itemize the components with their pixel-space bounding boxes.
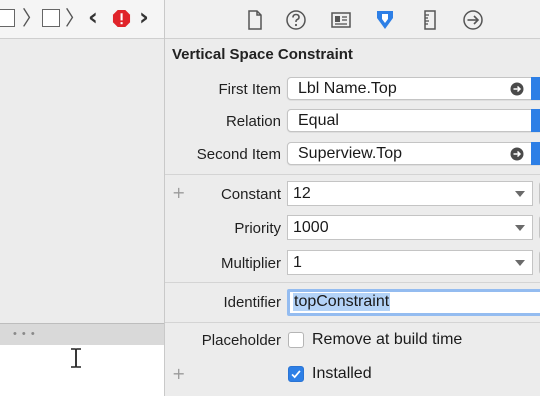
second-item-popup[interactable]: Superview.Top	[287, 142, 540, 165]
chevron-right-icon: 〉	[65, 6, 85, 30]
constant-label: Constant	[220, 186, 281, 203]
identity-icon[interactable]	[330, 9, 352, 31]
quick-help-icon[interactable]	[285, 9, 307, 31]
go-to-arrow-icon[interactable]	[510, 147, 524, 161]
section-title: Vertical Space Constraint	[172, 46, 353, 63]
divider	[165, 282, 540, 283]
identifier-label: Identifier	[223, 294, 281, 311]
remove-at-build-time-label[interactable]: Remove at build time	[312, 331, 462, 349]
text-cursor-icon	[71, 348, 81, 368]
chevron-down-icon[interactable]	[514, 190, 526, 198]
chevron-right-icon: 〉	[22, 6, 42, 30]
multiplier-value: 1	[293, 254, 302, 271]
installed-label[interactable]: Installed	[312, 365, 372, 383]
chevron-down-icon[interactable]	[514, 259, 526, 267]
priority-label: Priority	[234, 220, 281, 237]
popup-chevron-icon[interactable]	[531, 142, 540, 165]
second-item-value: Superview.Top	[298, 145, 403, 162]
error-icon[interactable]	[112, 9, 131, 28]
divider	[165, 174, 540, 175]
inspector-tab-bar	[165, 0, 540, 39]
placeholder-label: Placeholder	[201, 332, 281, 349]
identifier-field[interactable]: topConstraint	[287, 289, 540, 316]
attributes-icon[interactable]	[374, 9, 396, 31]
identifier-value: topConstraint	[293, 293, 391, 311]
multiplier-combo-box[interactable]: 1	[287, 250, 533, 275]
attributes-inspector: Vertical Space Constraint First Item Lbl…	[165, 0, 540, 396]
first-item-label: First Item	[218, 81, 282, 98]
size-icon[interactable]	[419, 9, 441, 31]
jump-bar: 〉 〉 ‹ ›	[0, 0, 164, 39]
second-item-label: Second Item	[196, 146, 281, 163]
add-variation-button[interactable]: +	[172, 364, 185, 383]
divider-grip: • • •	[13, 328, 36, 340]
first-item-popup[interactable]: Lbl Name.Top	[287, 77, 540, 100]
relation-popup[interactable]: Equal	[287, 109, 540, 132]
file-icon[interactable]	[42, 9, 60, 27]
remove-at-build-time-checkbox[interactable]	[288, 332, 304, 348]
divider	[165, 322, 540, 323]
connections-icon[interactable]	[462, 9, 484, 31]
checkmark-icon	[291, 370, 301, 379]
forward-arrow-icon[interactable]: ›	[139, 5, 149, 29]
constant-value: 12	[293, 185, 311, 202]
back-arrow-icon[interactable]: ‹	[88, 5, 98, 29]
relation-value: Equal	[298, 112, 339, 129]
editor-canvas[interactable]	[0, 39, 164, 323]
popup-chevron-icon[interactable]	[531, 109, 540, 132]
go-to-arrow-icon[interactable]	[510, 82, 524, 96]
add-variation-button[interactable]: +	[172, 183, 185, 202]
priority-value: 1000	[293, 219, 329, 236]
relation-label: Relation	[225, 113, 281, 130]
priority-combo-box[interactable]: 1000	[287, 215, 533, 240]
debug-area-divider[interactable]: • • •	[0, 323, 164, 346]
installed-checkbox[interactable]	[288, 366, 304, 382]
chevron-down-icon[interactable]	[514, 224, 526, 232]
editor-pane: 〉 〉 ‹ › • • •	[0, 0, 165, 396]
file-icon[interactable]	[0, 9, 15, 27]
first-item-value: Lbl Name.Top	[298, 80, 397, 97]
constant-combo-box[interactable]: 12	[287, 181, 533, 206]
popup-chevron-icon[interactable]	[531, 77, 540, 100]
multiplier-label: Multiplier	[220, 255, 281, 272]
file-icon[interactable]	[244, 9, 266, 31]
